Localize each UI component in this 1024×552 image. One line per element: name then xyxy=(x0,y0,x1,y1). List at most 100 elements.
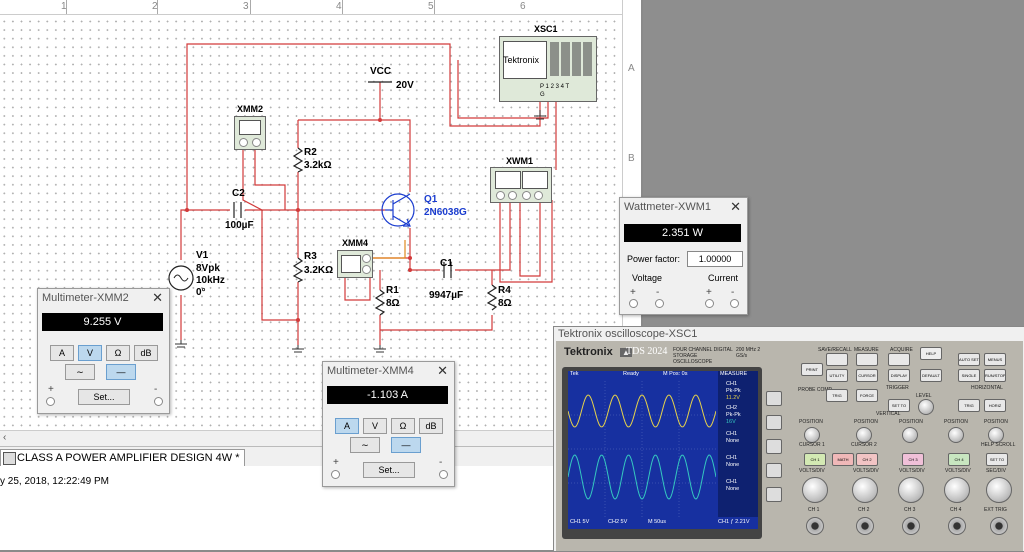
multimeter-xmm2-window[interactable]: Multimeter-XMM2 ✕ 9.255 V A V Ω dB ∼ — +… xyxy=(37,288,170,414)
mode-db-button[interactable]: dB xyxy=(419,418,443,434)
mode-ohms-button[interactable]: Ω xyxy=(391,418,415,434)
softkey-1[interactable] xyxy=(766,391,782,406)
ch3-menu-button[interactable]: CH 3 MENU xyxy=(902,453,924,466)
close-icon[interactable]: ✕ xyxy=(152,290,163,306)
ch3-volts-div-knob[interactable] xyxy=(898,477,924,503)
set-button[interactable]: Set... xyxy=(78,389,130,405)
v1-frequency: 10kHz xyxy=(196,275,225,286)
negative-terminal-label: - xyxy=(154,384,158,395)
m3-ch: CH1 xyxy=(726,431,738,437)
dc-line-icon: — xyxy=(116,367,126,377)
close-icon[interactable]: ✕ xyxy=(730,199,741,215)
current-plus-label: + xyxy=(706,287,712,298)
ch2-volts-div-knob[interactable] xyxy=(852,477,878,503)
run-stop-button[interactable]: RUN/STOP xyxy=(984,369,1006,382)
scope-model-spec: 200 MHz 2 GS/s xyxy=(736,347,761,359)
r2-value: 3.2kΩ xyxy=(304,160,332,171)
r3-label: R3 xyxy=(304,251,317,262)
set-zero-button[interactable]: SET TO ZERO xyxy=(986,453,1008,466)
ch2-position-knob[interactable] xyxy=(856,427,872,443)
acquire-button[interactable] xyxy=(888,353,910,366)
ch1-bnc-connector[interactable] xyxy=(806,517,824,535)
vcc-label: VCC xyxy=(370,66,392,77)
position-label: POSITION xyxy=(944,419,968,425)
ch2-bnc-connector[interactable] xyxy=(856,517,874,535)
save-recall-button[interactable] xyxy=(826,353,848,366)
auto-set-button[interactable]: AUTO SET xyxy=(958,353,980,366)
m2-ch: CH2 xyxy=(726,405,738,411)
negative-terminal-label: - xyxy=(439,457,443,468)
utility-button[interactable]: UTILITY xyxy=(826,369,848,382)
meter-face-icon xyxy=(341,255,361,273)
force-trig-button[interactable]: FORCE TRIG xyxy=(856,389,878,402)
ch1-volts-div-knob[interactable] xyxy=(802,477,828,503)
trigger-level-knob[interactable] xyxy=(918,399,934,415)
wattmeter-xwm1-window[interactable]: Wattmeter-XWM1 ✕ 2.351 W Power factor: 1… xyxy=(619,197,748,315)
trig-menu-button[interactable]: TRIG MENU xyxy=(958,399,980,412)
xsc1-instrument[interactable]: Tektronix P 1 2 3 4 T G xyxy=(499,36,597,102)
dc-mode-button[interactable]: — xyxy=(106,364,136,380)
xwm1-instrument[interactable] xyxy=(490,167,552,203)
positive-jack-icon xyxy=(46,397,55,406)
horizontal-label: HORIZONTAL xyxy=(971,385,1003,391)
ext-trig-bnc-connector[interactable] xyxy=(990,517,1008,535)
default-setup-button[interactable]: DEFAULT SETUP xyxy=(920,369,942,382)
ch4-menu-button[interactable]: CH 4 MENU xyxy=(948,453,970,466)
softkey-3[interactable] xyxy=(766,439,782,454)
ch4-label: CH 4 xyxy=(950,507,962,513)
trig-view-button[interactable]: TRIG VIEW xyxy=(826,389,848,402)
dc-mode-button[interactable]: — xyxy=(391,437,421,453)
scroll-left-icon[interactable]: ‹ xyxy=(3,432,6,443)
oscilloscope-panel: Tektronix ▲ TDS 2024 FOUR CHANNEL DIGITA… xyxy=(556,341,1023,551)
mode-ohms-button[interactable]: Ω xyxy=(106,345,130,361)
xmm2-instrument[interactable] xyxy=(234,116,266,150)
ch3-bnc-connector[interactable] xyxy=(902,517,920,535)
mode-amps-button[interactable]: A xyxy=(50,345,74,361)
window-title: Multimeter-XMM4 xyxy=(327,365,414,377)
ch4-volts-div-knob[interactable] xyxy=(944,477,970,503)
oscilloscope-window[interactable]: Tektronix oscilloscope-XSC1 Tektronix ▲ … xyxy=(553,326,1024,552)
softkey-2[interactable] xyxy=(766,415,782,430)
ch2-menu-button[interactable]: CH 2 MENU xyxy=(856,453,878,466)
menus-button[interactable]: MENUS xyxy=(984,353,1006,366)
close-icon[interactable]: ✕ xyxy=(437,363,448,379)
voltage-face-icon xyxy=(495,171,521,189)
power-factor-label: Power factor: xyxy=(627,254,681,264)
waveform-display xyxy=(568,381,716,517)
softkey-4[interactable] xyxy=(766,463,782,478)
math-menu-button[interactable]: MATH MENU xyxy=(832,453,854,466)
document-icon xyxy=(3,452,16,465)
mode-volts-button[interactable]: V xyxy=(363,418,387,434)
mode-volts-button[interactable]: V xyxy=(78,345,102,361)
cursor-button[interactable]: CURSOR xyxy=(856,369,878,382)
terminal-icon xyxy=(534,191,543,200)
horizontal-position-knob[interactable] xyxy=(988,427,1004,443)
ch3-position-knob[interactable] xyxy=(902,427,918,443)
v1-amplitude: 8Vpk xyxy=(196,263,220,274)
terminal-icon xyxy=(239,138,248,147)
power-reading: 2.351 W xyxy=(624,224,741,242)
single-seq-button[interactable]: SINGLE SEQ xyxy=(958,369,980,382)
print-button[interactable]: PRINT xyxy=(801,363,823,376)
ac-mode-button[interactable]: ∼ xyxy=(65,364,95,380)
set-button[interactable]: Set... xyxy=(363,462,415,478)
softkey-5[interactable] xyxy=(766,487,782,502)
mode-amps-button[interactable]: A xyxy=(335,418,359,434)
tab-document[interactable]: CLASS A POWER AMPLIFIER DESIGN 4W * xyxy=(0,449,245,467)
sec-div-knob[interactable] xyxy=(986,477,1012,503)
ac-mode-button[interactable]: ∼ xyxy=(350,437,380,453)
display-button[interactable]: DISPLAY xyxy=(888,369,910,382)
ext-trig-label: EXT TRIG xyxy=(984,507,1007,513)
ch4-position-knob[interactable] xyxy=(948,427,964,443)
mode-db-button[interactable]: dB xyxy=(134,345,158,361)
help-button[interactable]: HELP xyxy=(920,347,942,360)
ch1-position-knob[interactable] xyxy=(804,427,820,443)
position-label: POSITION xyxy=(854,419,878,425)
scope-model-sub: FOUR CHANNEL DIGITAL STORAGE OSCILLOSCOP… xyxy=(673,347,733,365)
xmm4-instrument[interactable] xyxy=(337,250,373,278)
horiz-menu-button[interactable]: HORIZ MENU xyxy=(984,399,1006,412)
measure-button[interactable] xyxy=(856,353,878,366)
multimeter-xmm4-window[interactable]: Multimeter-XMM4 ✕ -1.103 A A V Ω dB ∼ — … xyxy=(322,361,455,487)
ch4-bnc-connector[interactable] xyxy=(948,517,966,535)
ch1-menu-button[interactable]: CH 1 MENU xyxy=(804,453,826,466)
